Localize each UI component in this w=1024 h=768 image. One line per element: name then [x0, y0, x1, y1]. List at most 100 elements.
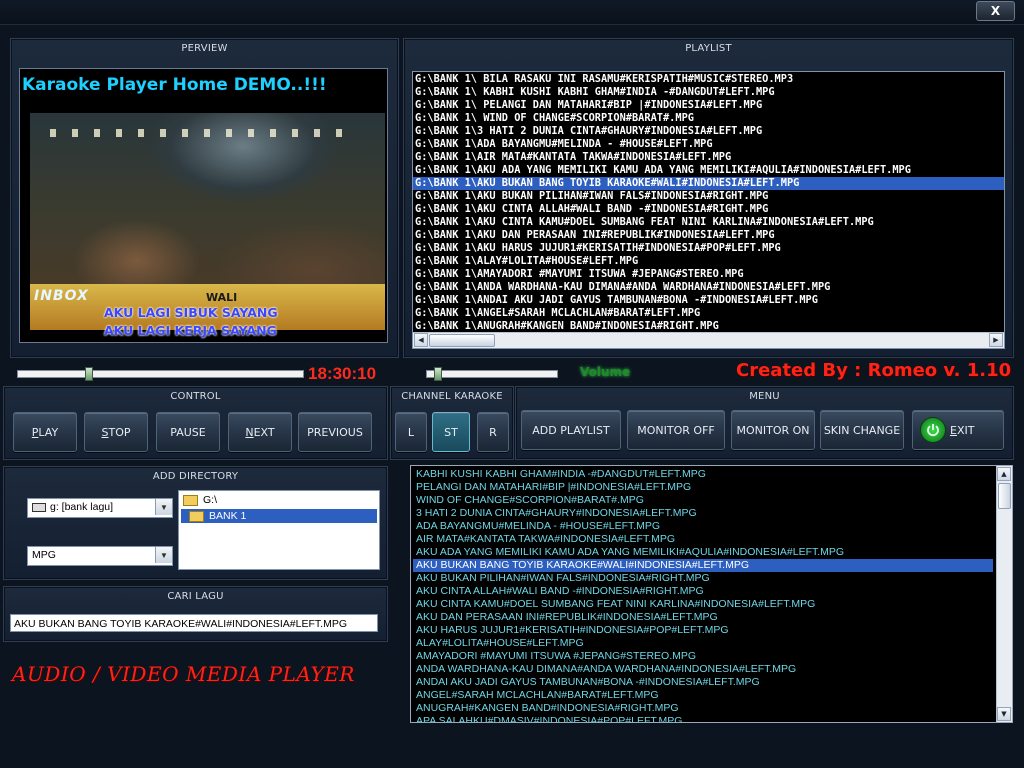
playlist-item[interactable]: G:\BANK 1\AKU CINTA KAMU#DOEL SUMBANG FE…: [413, 216, 1004, 229]
tree-node-root[interactable]: G:\: [183, 493, 217, 507]
drive-select[interactable]: g: [bank lagu] ▼: [27, 498, 173, 518]
playlist-hscroll-thumb[interactable]: [429, 334, 495, 347]
stage-lights: [50, 129, 350, 137]
channel-title: CHANNEL KARAOKE: [401, 391, 503, 402]
playlist-item[interactable]: G:\BANK 1\AKU CINTA ALLAH#WALI BAND -#IN…: [413, 203, 1004, 216]
exit-button[interactable]: E XIT: [912, 410, 1004, 450]
close-button[interactable]: X: [976, 1, 1015, 21]
playlist-panel: PLAYLIST G:\BANK 1\ BILA RASAKU INI RASA…: [403, 38, 1014, 358]
playlist-item[interactable]: G:\BANK 1\ADA BAYANGMU#MELINDA - #HOUSE#…: [413, 138, 1004, 151]
video-overlay-title: Karaoke Player Home DEMO..!!!: [22, 75, 327, 95]
preview-title: PERVIEW: [181, 43, 228, 54]
file-list-item[interactable]: KABHI KUSHI KABHI GHAM#INDIA -#DANGDUT#L…: [413, 468, 993, 481]
playlist-item[interactable]: G:\BANK 1\3 HATI 2 DUNIA CINTA#GHAURY#IN…: [413, 125, 1004, 138]
monitor-on-button[interactable]: MONITOR ON: [731, 410, 815, 450]
file-list-item[interactable]: APA SALAHKU#DMASIV#INDONESIA#POP#LEFT.MP…: [413, 715, 993, 722]
file-list-item[interactable]: 3 HATI 2 DUNIA CINTA#GHAURY#INDONESIA#LE…: [413, 507, 993, 520]
file-list-item[interactable]: AMAYADORI #MAYUMI ITSUWA #JEPANG#STEREO.…: [413, 650, 993, 663]
playlist-item[interactable]: G:\BANK 1\AKU DAN PERASAAN INI#REPUBLIK#…: [413, 229, 1004, 242]
close-icon: X: [990, 4, 1001, 18]
file-list-item[interactable]: AKU ADA YANG MEMILIKI KAMU ADA YANG MEMI…: [413, 546, 993, 559]
file-list-item[interactable]: PELANGI DAN MATAHARI#BIP |#INDONESIA#LEF…: [413, 481, 993, 494]
folder-open-icon: [189, 510, 204, 522]
pause-button[interactable]: PAUSE: [156, 412, 220, 452]
volume-label: Volume: [580, 365, 631, 379]
playlist-hscrollbar[interactable]: ◀ ▶: [413, 332, 1004, 348]
stop-button[interactable]: S TOP: [84, 412, 148, 452]
file-list-item[interactable]: AKU CINTA KAMU#DOEL SUMBANG FEAT NINI KA…: [413, 598, 993, 611]
playlist-item[interactable]: G:\BANK 1\ PELANGI DAN MATAHARI#BIP |#IN…: [413, 99, 1004, 112]
volume-thumb[interactable]: [433, 367, 442, 381]
file-list-item[interactable]: AKU BUKAN PILIHAN#IWAN FALS#INDONESIA#RI…: [413, 572, 993, 585]
add-directory-title: ADD DIRECTORY: [152, 471, 239, 482]
file-list-item[interactable]: AKU CINTA ALLAH#WALI BAND -#INDONESIA#RI…: [413, 585, 993, 598]
file-list-item[interactable]: WIND OF CHANGE#SCORPION#BARAT#.MPG: [413, 494, 993, 507]
channel-right-button[interactable]: R: [477, 412, 509, 452]
file-list-item[interactable]: AKU BUKAN BANG TOYIB KARAOKE#WALI#INDONE…: [413, 559, 993, 572]
file-list-item[interactable]: ANDAI AKU JADI GAYUS TAMBUNAN#BONA -#IND…: [413, 676, 993, 689]
channel-left-button[interactable]: L: [395, 412, 427, 452]
next-button[interactable]: N EXT: [228, 412, 292, 452]
playlist-item[interactable]: G:\BANK 1\AKU BUKAN PILIHAN#IWAN FALS#IN…: [413, 190, 1004, 203]
folder-open-icon: [183, 494, 198, 506]
file-list-item[interactable]: ANDA WARDHANA-KAU DIMANA#ANDA WARDHANA#I…: [413, 663, 993, 676]
file-list-item[interactable]: ALAY#LOLITA#HOUSE#LEFT.MPG: [413, 637, 993, 650]
file-vscroll-thumb[interactable]: [998, 483, 1011, 509]
file-list-item[interactable]: AKU DAN PERASAAN INI#REPUBLIK#INDONESIA#…: [413, 611, 993, 624]
control-title: CONTROL: [170, 391, 221, 402]
drive-icon: [32, 502, 46, 512]
playlist-item[interactable]: G:\BANK 1\AMAYADORI #MAYUMI ITSUWA #JEPA…: [413, 268, 1004, 281]
video-scene: [30, 113, 385, 298]
folder-tree[interactable]: G:\ BANK 1: [178, 490, 380, 570]
credit-label: Created By : Romeo v. 1.10: [736, 360, 1012, 381]
channel-stereo-button[interactable]: ST: [432, 412, 470, 452]
power-icon: [920, 417, 946, 443]
file-list-item[interactable]: AKU HARUS JUJUR1#KERISATIH#INDONESIA#POP…: [413, 624, 993, 637]
playlist-item[interactable]: G:\BANK 1\AKU BUKAN BANG TOYIB KARAOKE#W…: [413, 177, 1004, 190]
play-button[interactable]: P LAY: [13, 412, 77, 452]
playlist-item[interactable]: G:\BANK 1\AKU ADA YANG MEMILIKI KAMU ADA…: [413, 164, 1004, 177]
artist-label: WALI: [206, 291, 238, 304]
add-playlist-button[interactable]: ADD PLAYLIST: [521, 410, 621, 450]
seek-bar[interactable]: [17, 370, 304, 378]
menu-title: MENU: [749, 391, 780, 402]
file-list-item[interactable]: ADA BAYANGMU#MELINDA - #HOUSE#LEFT.MPG: [413, 520, 993, 533]
playlist-list[interactable]: G:\BANK 1\ BILA RASAKU INI RASAMU#KERISP…: [412, 71, 1005, 349]
playlist-item[interactable]: G:\BANK 1\ALAY#LOLITA#HOUSE#LEFT.MPG: [413, 255, 1004, 268]
playlist-item[interactable]: G:\BANK 1\AIR MATA#KANTATA TAKWA#INDONES…: [413, 151, 1004, 164]
scroll-left-icon[interactable]: ◀: [414, 333, 428, 347]
playlist-title: PLAYLIST: [685, 43, 732, 54]
filetype-select[interactable]: MPG ▼: [27, 546, 173, 566]
file-list-item[interactable]: AIR MATA#KANTATA TAKWA#INDONESIA#LEFT.MP…: [413, 533, 993, 546]
video-frame: Karaoke Player Home DEMO..!!! INBOX WALI…: [19, 68, 388, 343]
file-list[interactable]: KABHI KUSHI KABHI GHAM#INDIA -#DANGDUT#L…: [410, 465, 1013, 723]
skin-change-button[interactable]: SKIN CHANGE: [820, 410, 904, 450]
seek-thumb[interactable]: [85, 367, 94, 381]
chevron-down-icon[interactable]: ▼: [155, 499, 172, 515]
playlist-item[interactable]: G:\BANK 1\ KABHI KUSHI KABHI GHAM#INDIA …: [413, 86, 1004, 99]
file-list-item[interactable]: ANUGRAH#KANGEN BAND#INDONESIA#RIGHT.MPG: [413, 702, 993, 715]
search-input[interactable]: AKU BUKAN BANG TOYIB KARAOKE#WALI#INDONE…: [10, 614, 378, 632]
title-bar: [0, 0, 1024, 25]
chevron-down-icon[interactable]: ▼: [155, 547, 172, 563]
scroll-up-icon[interactable]: ▲: [997, 467, 1011, 481]
scroll-down-icon[interactable]: ▼: [997, 707, 1011, 721]
scroll-right-icon[interactable]: ▶: [989, 333, 1003, 347]
volume-bar[interactable]: [426, 370, 558, 378]
preview-panel: PERVIEW Karaoke Player Home DEMO..!!! IN…: [10, 38, 399, 358]
inbox-logo: INBOX: [34, 288, 89, 304]
playlist-item[interactable]: G:\BANK 1\ANGEL#SARAH MCLACHLAN#BARAT#LE…: [413, 307, 1004, 320]
playlist-item[interactable]: G:\BANK 1\AKU HARUS JUJUR1#KERISATIH#IND…: [413, 242, 1004, 255]
playlist-item[interactable]: G:\BANK 1\ BILA RASAKU INI RASAMU#KERISP…: [413, 73, 1004, 86]
previous-button[interactable]: PREVIOUS: [298, 412, 372, 452]
playlist-item[interactable]: G:\BANK 1\ANDAI AKU JADI GAYUS TAMBUNAN#…: [413, 294, 1004, 307]
file-list-vscrollbar[interactable]: ▲ ▼: [996, 466, 1012, 722]
playlist-item[interactable]: G:\BANK 1\ WIND OF CHANGE#SCORPION#BARAT…: [413, 112, 1004, 125]
playback-time: 18:30:10: [308, 364, 377, 383]
lyric-line-1: AKU LAGI SIBUK SAYANG: [104, 305, 278, 320]
lyric-line-2: AKU LAGI KERJA SAYANG: [104, 323, 277, 338]
monitor-off-button[interactable]: MONITOR OFF: [627, 410, 725, 450]
file-list-item[interactable]: ANGEL#SARAH MCLACHLAN#BARAT#LEFT.MPG: [413, 689, 993, 702]
playlist-item[interactable]: G:\BANK 1\ANDA WARDHANA-KAU DIMANA#ANDA …: [413, 281, 1004, 294]
tree-node-bank1[interactable]: BANK 1: [181, 509, 377, 523]
